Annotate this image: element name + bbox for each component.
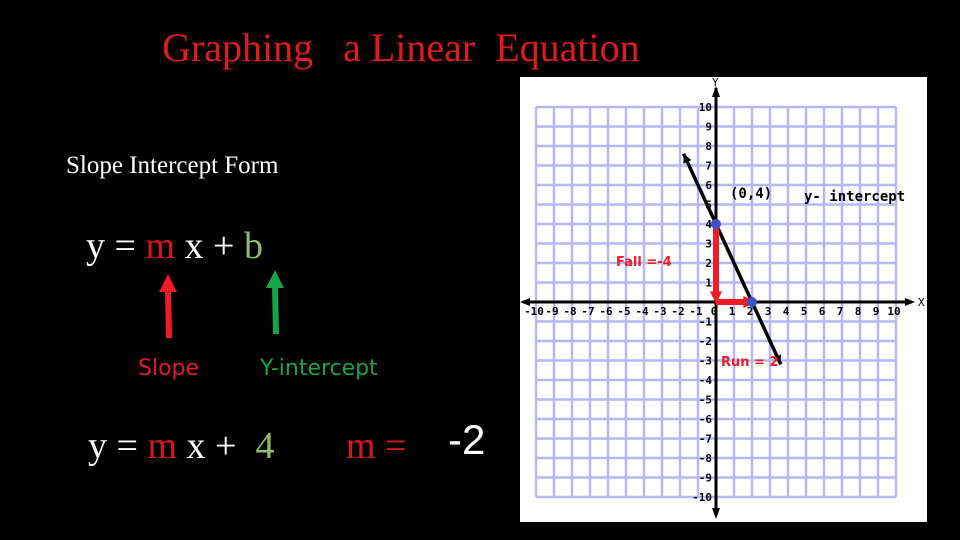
y-tick-label: 10 <box>699 101 712 114</box>
x-tick-label: -3 <box>653 305 666 318</box>
fall-label: Fall =-4 <box>616 255 672 270</box>
point-label: (0,4) <box>730 186 772 202</box>
y-tick-label: -3 <box>699 355 712 368</box>
y-axis-label: Y <box>712 76 719 89</box>
y-tick-label: 2 <box>705 257 712 270</box>
y-tick-label: 1 <box>705 277 712 290</box>
run-label: Run = 2 <box>721 355 779 370</box>
x-tick-label: 6 <box>819 305 826 318</box>
x-tick-label: 9 <box>873 305 880 318</box>
x-tick-label: 8 <box>855 305 862 318</box>
x-tick-label: 10 <box>887 305 900 318</box>
y-tick-label: 3 <box>705 238 712 251</box>
x-tick-label: -2 <box>671 305 684 318</box>
y-tick-label: 8 <box>705 140 712 153</box>
y-tick-label: -8 <box>699 452 712 465</box>
y-axis-bottom-arrow-icon <box>712 508 720 519</box>
x-tick-label: -9 <box>545 305 558 318</box>
y-tick-label: -4 <box>699 374 713 387</box>
x-tick-label: -8 <box>563 305 576 318</box>
x-tick-label: -10 <box>524 305 544 318</box>
x-tick-label: 7 <box>837 305 844 318</box>
x-tick-label: -7 <box>581 305 594 318</box>
y-tick-label: -7 <box>699 433 712 446</box>
x-tick-label: -6 <box>599 305 613 318</box>
y-tick-label: 7 <box>705 160 712 173</box>
data-point <box>711 219 721 229</box>
y-tick-label: -5 <box>699 394 712 407</box>
y-tick-label: -10 <box>692 491 712 504</box>
graph-svg: XY-10 -9 -8 -7 -6 -5 -4 -3 -2 -1 0 1 2 3 4 5 6 7 8 9 1010987… <box>520 76 925 519</box>
y-tick-label: -2 <box>699 335 712 348</box>
y-tick-label: -6 <box>699 413 713 426</box>
x-tick-label: -4 <box>635 305 649 318</box>
y-tick-label: -1 <box>699 316 713 329</box>
x-axis-label: X <box>918 296 925 309</box>
x-tick-label: 1 <box>729 305 736 318</box>
x-tick-label: -5 <box>617 305 630 318</box>
y-tick-label: -9 <box>699 472 712 485</box>
intercept-annotation: y- intercept <box>804 189 905 205</box>
x-tick-label: 3 <box>765 305 772 318</box>
x-tick-label: 4 <box>783 305 790 318</box>
data-point <box>747 297 757 307</box>
y-tick-label: 6 <box>705 179 712 192</box>
x-tick-label: 5 <box>801 305 808 318</box>
y-tick-label: 9 <box>705 121 712 134</box>
x-axis-right-arrow-icon <box>905 298 915 306</box>
